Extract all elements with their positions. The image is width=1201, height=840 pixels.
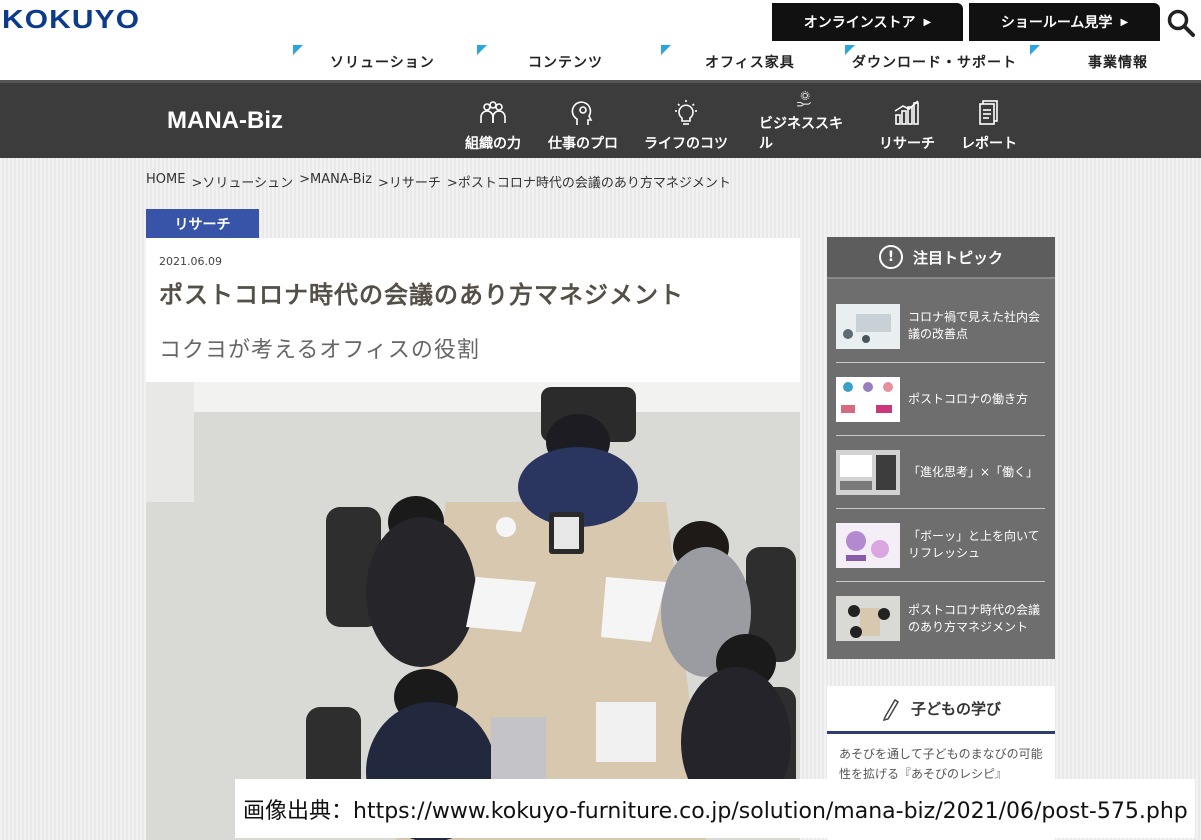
children-learning-title: 子どもの学び <box>910 700 1001 718</box>
breadcrumb-current: >ポストコロナ時代の会議のあり方マネジメント <box>446 176 731 191</box>
showroom-button[interactable]: ショールーム見学 ▶ <box>969 3 1160 41</box>
mana-biz-bar: MANA-Biz 組織の力 仕事のプロ ライフのコツ ビジネススキル リサーチ … <box>0 83 1201 158</box>
topic-thumbnail <box>836 449 900 495</box>
document-icon <box>979 100 998 125</box>
lightbulb-icon <box>675 100 697 125</box>
mana-nav-pro[interactable]: 仕事のプロ <box>538 91 628 153</box>
breadcrumb: HOME >ソリューシュン >MANA-Biz >リサーチ >ポストコロナ時代の… <box>146 172 731 191</box>
pencil-icon <box>882 698 899 721</box>
topic-thumbnail <box>836 522 900 568</box>
image-source-caption: 画像出典：https://www.kokuyo-furniture.co.jp/… <box>235 779 1195 838</box>
arrow-right-icon: ▶ <box>1120 16 1129 28</box>
mana-nav-research[interactable]: リサーチ <box>862 91 952 153</box>
nav-item-corporate[interactable]: 事業情報 <box>1088 44 1148 80</box>
mana-nav-label: レポート <box>961 136 1017 152</box>
bar-chart-icon <box>894 100 919 125</box>
nav-item-furniture[interactable]: オフィス家具 <box>705 44 795 80</box>
nav-item-download-support[interactable]: ダウンロード・サポート <box>852 44 1017 80</box>
mana-nav-label: 組織の力 <box>465 136 521 152</box>
topic-item[interactable]: コロナ禍で見えた社内会議の改善点 <box>836 290 1045 363</box>
hand-gear-icon <box>797 91 812 107</box>
breadcrumb-research[interactable]: >リサーチ <box>378 172 441 191</box>
showroom-label: ショールーム見学 <box>1000 15 1113 31</box>
article-title: ポストコロナ時代の会議のあり方マネジメント <box>159 281 684 309</box>
mana-nav-life[interactable]: ライフのコツ <box>641 91 731 153</box>
topic-item[interactable]: 「進化思考」×「働く」 <box>836 436 1045 509</box>
main-nav: ソリューション コンテンツ オフィス家具 ダウンロード・サポート 事業情報 <box>0 44 1201 80</box>
nav-tick-icon <box>1030 45 1040 55</box>
search-icon[interactable] <box>1166 8 1196 38</box>
mana-nav-label: 仕事のプロ <box>548 136 618 152</box>
article-subtitle: コクヨが考えるオフィスの役割 <box>159 338 480 363</box>
mana-nav-label: ビジネススキル <box>759 116 843 152</box>
exclamation-circle-icon: ! <box>878 245 903 269</box>
mana-nav-label: ライフのコツ <box>644 136 728 152</box>
topic-item[interactable]: ポストコロナの働き方 <box>836 363 1045 436</box>
nav-tick-icon <box>293 45 303 55</box>
topic-title: ポストコロナ時代の会議のあり方マネジメント <box>908 602 1041 634</box>
head-gear-icon <box>571 101 593 125</box>
topic-title: 「ボーッ」と上を向いてリフレッシュ <box>908 529 1040 560</box>
topic-title: ポストコロナの働き方 <box>908 391 1029 406</box>
mana-nav-organization[interactable]: 組織の力 <box>448 91 538 153</box>
featured-topics-title: 注目トピック <box>912 248 1003 267</box>
arrow-right-icon: ▶ <box>923 16 932 28</box>
nav-item-solution[interactable]: ソリューション <box>330 44 435 80</box>
article: 2021.06.09 ポストコロナ時代の会議のあり方マネジメント コクヨが考える… <box>146 238 800 840</box>
category-tag[interactable]: リサーチ <box>146 209 259 238</box>
topic-thumbnail <box>836 596 900 641</box>
topic-title: 「進化思考」×「働く」 <box>908 464 1039 479</box>
breadcrumb-mana-biz[interactable]: >MANA-Biz <box>299 172 372 191</box>
nav-tick-icon <box>661 45 671 55</box>
nav-tick-icon <box>477 45 487 55</box>
topic-title: コロナ禍で見えた社内会議の改善点 <box>908 310 1041 341</box>
featured-topics-header: ! 注目トピック <box>827 237 1055 279</box>
kokuyo-logo[interactable]: KOKUYO <box>2 4 140 35</box>
breadcrumb-solution[interactable]: >ソリューシュン <box>191 172 293 191</box>
topic-thumbnail <box>836 303 900 349</box>
children-learning-header: 子どもの学び <box>827 686 1055 734</box>
mana-nav-report[interactable]: レポート <box>944 91 1034 153</box>
article-date: 2021.06.09 <box>159 255 222 268</box>
featured-topics: ! 注目トピック コロナ禍で見えた社内会議の改善点 ポストコロナの働き方 「進化 <box>827 237 1055 659</box>
topic-item[interactable]: ポストコロナ時代の会議のあり方マネジメント <box>836 582 1045 655</box>
online-store-button[interactable]: オンラインストア ▶ <box>772 3 963 41</box>
page-body: HOME >ソリューシュン >MANA-Biz >リサーチ >ポストコロナ時代の… <box>0 158 1201 840</box>
top-header: KOKUYO オンラインストア ▶ ショールーム見学 ▶ ソリューション コンテ… <box>0 0 1201 83</box>
mana-nav-business-skill[interactable]: ビジネススキル <box>759 91 849 153</box>
mana-nav-label: リサーチ <box>879 136 935 152</box>
nav-item-contents[interactable]: コンテンツ <box>528 44 603 80</box>
hero-meeting-photo <box>146 382 800 840</box>
mana-biz-logo[interactable]: MANA-Biz <box>167 107 283 135</box>
topic-item[interactable]: 「ボーッ」と上を向いてリフレッシュ <box>836 509 1045 582</box>
online-store-label: オンラインストア <box>803 15 916 31</box>
people-icon <box>480 101 506 123</box>
breadcrumb-home[interactable]: HOME <box>146 172 185 191</box>
topic-thumbnail <box>836 376 900 422</box>
